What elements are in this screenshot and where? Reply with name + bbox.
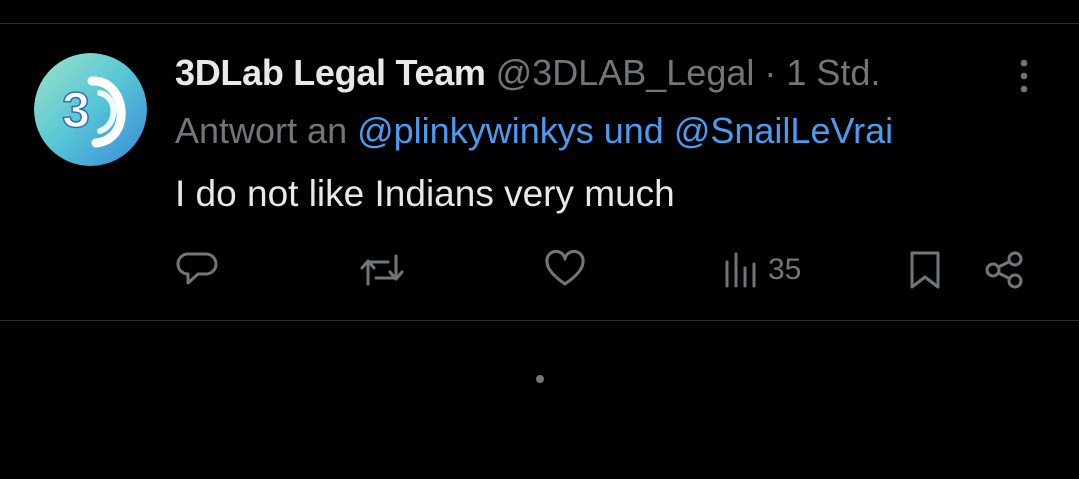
like-button[interactable] xyxy=(544,250,586,290)
share-button[interactable] xyxy=(984,250,1026,290)
share-icon xyxy=(985,251,1023,289)
post-header: 3DLab Legal Team @3DLAB_Legal · 1 Std. xyxy=(175,50,880,96)
bottom-divider xyxy=(0,320,1079,321)
reply-prefix: Antwort an xyxy=(175,110,348,151)
separator-dot: · xyxy=(764,52,777,93)
more-vertical-icon xyxy=(1020,59,1028,93)
bookmark-button[interactable] xyxy=(907,250,943,290)
post-text: I do not like Indians very much xyxy=(175,173,675,214)
more-options-button[interactable] xyxy=(1014,58,1034,94)
display-name[interactable]: 3DLab Legal Team xyxy=(175,52,486,93)
repost-button[interactable] xyxy=(358,250,406,290)
views-button[interactable]: 35 xyxy=(722,250,801,290)
reply-joiner: und xyxy=(603,110,664,151)
mention-link[interactable]: @SnailLeVrai xyxy=(674,110,893,151)
reply-button[interactable] xyxy=(176,250,218,290)
top-divider xyxy=(0,23,1079,24)
avatar-logo: 3 xyxy=(34,53,147,166)
repost-icon xyxy=(360,254,404,286)
user-handle[interactable]: @3DLAB_Legal xyxy=(496,52,755,93)
views-count: 35 xyxy=(768,253,802,286)
reply-context: Antwort an @plinkywinkys und @SnailLeVra… xyxy=(175,108,893,154)
bookmark-icon xyxy=(910,251,940,289)
heart-icon xyxy=(545,250,585,286)
loading-dot xyxy=(536,375,544,383)
svg-text:3: 3 xyxy=(62,82,90,138)
avatar[interactable]: 3 xyxy=(34,53,147,166)
bar-chart-icon xyxy=(725,252,756,288)
mention-link[interactable]: @plinkywinkys xyxy=(357,110,594,151)
speech-bubble-icon xyxy=(176,252,218,285)
post-time[interactable]: 1 Std. xyxy=(786,52,880,93)
